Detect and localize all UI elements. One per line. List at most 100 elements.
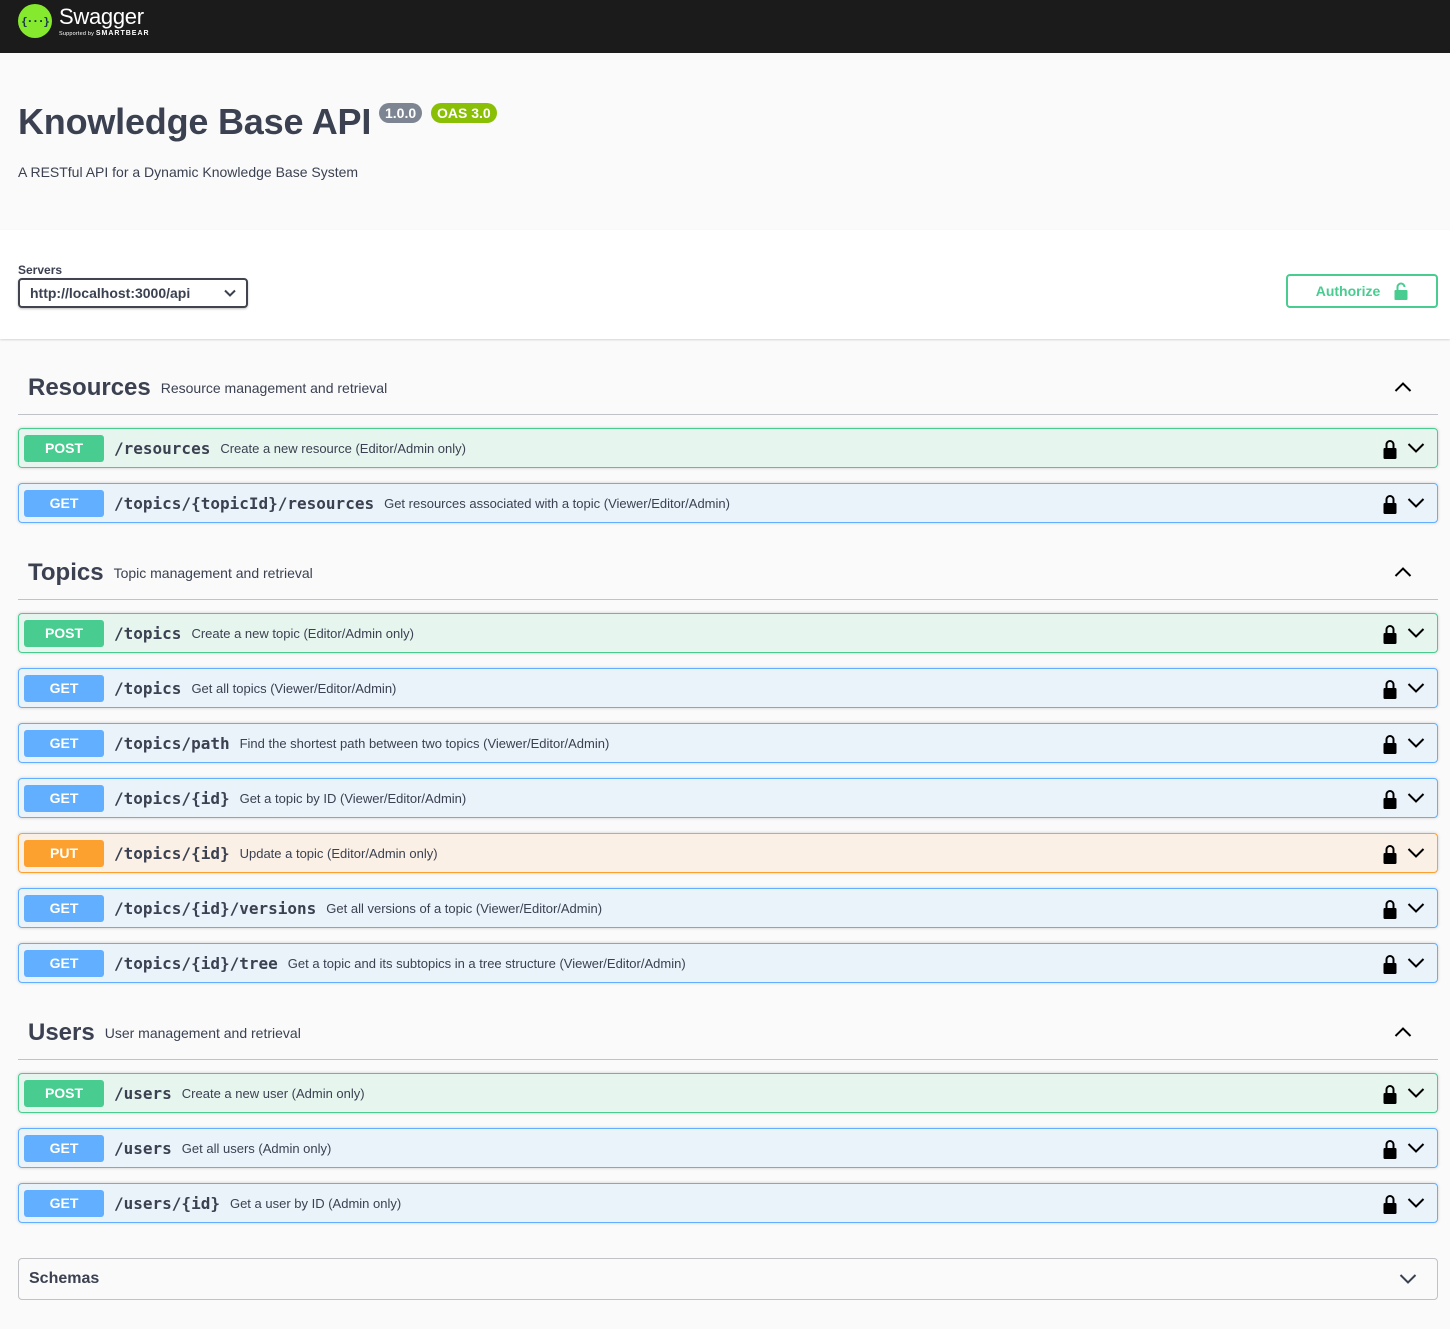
operation-summary: Get all versions of a topic (Viewer/Edit… [326, 900, 603, 916]
chevron-up-icon[interactable] [1394, 565, 1412, 583]
swagger-logo[interactable]: {···} Swagger Supported by SMARTBEAR [18, 4, 150, 38]
operation-summary: Create a new resource (Editor/Admin only… [220, 440, 466, 456]
chevron-down-icon[interactable] [1407, 1196, 1425, 1214]
logo-text: Swagger Supported by SMARTBEAR [59, 4, 150, 38]
brand-subtitle: Supported by SMARTBEAR [59, 30, 150, 38]
operation-summary: Get a topic and its subtopics in a tree … [287, 955, 686, 971]
operation-post-users[interactable]: POST/users Create a new user (Admin only) [18, 1073, 1438, 1113]
servers-selected-value: http://localhost:3000/api [30, 285, 191, 301]
scheme-container: Servers http://localhost:3000/api Author… [0, 230, 1450, 339]
method-badge: GET [24, 674, 104, 702]
operation-get-topics-topicId-resources[interactable]: GET/topics/{topicId}/resources Get resour… [18, 483, 1438, 523]
operation-get-topics-id-versions[interactable]: GET/topics/{id}/versions Get all versions… [18, 888, 1438, 928]
method-badge: PUT [24, 839, 104, 867]
chevron-down-icon[interactable] [1407, 496, 1425, 514]
servers-select[interactable]: http://localhost:3000/api [18, 278, 248, 308]
chevron-down-icon[interactable] [1407, 736, 1425, 754]
servers-label: Servers [18, 263, 63, 277]
lock-icon[interactable] [1383, 624, 1397, 649]
version-badge: 1.0.0 [379, 103, 423, 123]
lock-icon[interactable] [1383, 789, 1397, 814]
operation-summary: Find the shortest path between two topic… [239, 735, 610, 751]
method-badge: GET [24, 949, 104, 977]
lock-icon[interactable] [1383, 1194, 1397, 1219]
operation-post-resources[interactable]: POST/resources Create a new resource (Edi… [18, 428, 1438, 468]
authorize-label: Authorize [1315, 283, 1381, 299]
chevron-down-icon [224, 289, 236, 297]
tag-description: User management and retrieval [104, 1024, 301, 1041]
operation-summary: Get all users (Admin only) [181, 1140, 332, 1156]
operation-path: /topics/path [114, 733, 230, 753]
operation-summary: Get a topic by ID (Viewer/Editor/Admin) [239, 790, 467, 806]
swagger-logo-icon: {···} [18, 4, 52, 38]
lock-icon[interactable] [1383, 1084, 1397, 1109]
operation-summary: Update a topic (Editor/Admin only) [239, 845, 438, 861]
method-badge: POST [24, 619, 104, 647]
operation-get-topics-id[interactable]: GET/topics/{id} Get a topic by ID (Viewer… [18, 778, 1438, 818]
operation-path: /users [114, 1138, 172, 1158]
operation-get-users-id[interactable]: GET/users/{id} Get a user by ID (Admin on… [18, 1183, 1438, 1223]
chevron-down-icon[interactable] [1407, 901, 1425, 919]
method-badge: GET [24, 489, 104, 517]
lock-icon[interactable] [1383, 1139, 1397, 1164]
lock-icon[interactable] [1383, 679, 1397, 704]
operation-put-topics-id[interactable]: PUT/topics/{id} Update a topic (Editor/Ad… [18, 833, 1438, 873]
supported-by-label: Supported by [59, 31, 95, 37]
method-badge: POST [24, 1079, 104, 1107]
chevron-down-icon[interactable] [1407, 1141, 1425, 1159]
chevron-down-icon[interactable] [1407, 626, 1425, 644]
tag-header-resources[interactable]: Resources Resource management and retriev… [18, 361, 1438, 415]
lock-icon[interactable] [1383, 899, 1397, 924]
tag-name[interactable]: Topics [28, 559, 104, 587]
operation-get-topics-id-tree[interactable]: GET/topics/{id}/tree Get a topic and its … [18, 943, 1438, 983]
chevron-down-icon[interactable] [1407, 791, 1425, 809]
operation-path: /topics [114, 623, 182, 643]
api-title: Knowledge Base API [18, 101, 372, 142]
operation-summary: Create a new user (Admin only) [181, 1085, 365, 1101]
authorize-button[interactable]: Authorize [1286, 274, 1438, 308]
operation-summary: Get all topics (Viewer/Editor/Admin) [191, 680, 397, 696]
chevron-down-icon[interactable] [1407, 681, 1425, 699]
tag-header-topics[interactable]: Topics Topic management and retrieval [18, 546, 1438, 600]
company-name: SMARTBEAR [95, 30, 150, 37]
operation-get-topics-path[interactable]: GET/topics/path Find the shortest path be… [18, 723, 1438, 763]
operation-path: /topics/{id} [114, 788, 230, 808]
chevron-down-icon[interactable] [1407, 441, 1425, 459]
oas-badge: OAS 3.0 [431, 103, 497, 123]
tag-name[interactable]: Resources [28, 374, 151, 402]
tag-description: Topic management and retrieval [113, 564, 313, 581]
lock-icon[interactable] [1383, 954, 1397, 979]
lock-icon[interactable] [1383, 844, 1397, 869]
chevron-down-icon[interactable] [1399, 1273, 1417, 1285]
method-badge: GET [24, 784, 104, 812]
lock-icon[interactable] [1383, 734, 1397, 759]
operation-path: /users/{id} [114, 1193, 220, 1213]
schemas-section[interactable]: Schemas [18, 1258, 1438, 1300]
api-info: Knowledge Base API 1.0.0 OAS 3.0 A RESTf… [0, 53, 1450, 230]
chevron-up-icon[interactable] [1394, 380, 1412, 398]
chevron-up-icon[interactable] [1394, 1025, 1412, 1043]
operation-post-topics[interactable]: POST/topics Create a new topic (Editor/Ad… [18, 613, 1438, 653]
tag-header-users[interactable]: Users User management and retrieval [18, 1006, 1438, 1060]
operation-get-topics[interactable]: GET/topics Get all topics (Viewer/Editor/… [18, 668, 1438, 708]
tag-name[interactable]: Users [28, 1019, 95, 1047]
method-badge: GET [24, 1189, 104, 1217]
operation-summary: Get a user by ID (Admin only) [229, 1195, 402, 1211]
brand-name: Swagger [59, 4, 144, 29]
operation-path: /topics/{topicId}/resources [114, 493, 375, 513]
top-bar: {···} Swagger Supported by SMARTBEAR [0, 0, 1450, 53]
method-badge: POST [24, 434, 104, 462]
operation-path: /topics/{id}/tree [114, 953, 278, 973]
lock-icon[interactable] [1383, 494, 1397, 519]
chevron-down-icon[interactable] [1407, 956, 1425, 974]
operation-path: /users [114, 1083, 172, 1103]
lock-icon[interactable] [1383, 439, 1397, 464]
method-badge: GET [24, 894, 104, 922]
chevron-down-icon[interactable] [1407, 1086, 1425, 1104]
unlock-icon [1394, 282, 1408, 300]
operation-summary: Get resources associated with a topic (V… [384, 495, 730, 511]
operation-get-users[interactable]: GET/users Get all users (Admin only) [18, 1128, 1438, 1168]
method-badge: GET [24, 1134, 104, 1162]
operation-path: /topics/{id}/versions [114, 898, 317, 918]
chevron-down-icon[interactable] [1407, 846, 1425, 864]
